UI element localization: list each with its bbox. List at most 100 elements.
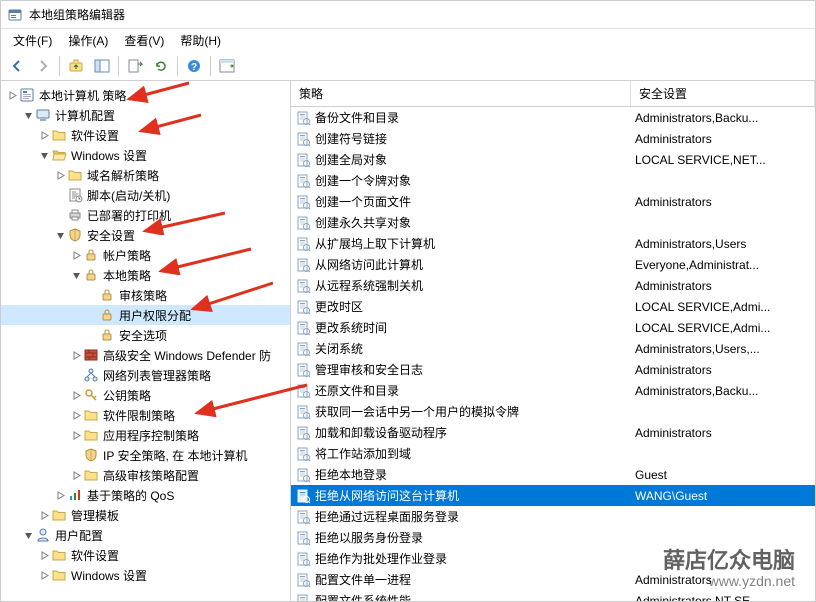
tree-local-policies[interactable]: 本地策略 bbox=[1, 265, 290, 285]
tree-scripts[interactable]: 脚本(启动/关机) bbox=[1, 185, 290, 205]
tree-user-rights[interactable]: 用户权限分配 bbox=[1, 305, 290, 325]
menu-action[interactable]: 操作(A) bbox=[60, 30, 116, 51]
tree-twisty[interactable] bbox=[21, 531, 35, 540]
tree-admin-templates[interactable]: 管理模板 bbox=[1, 505, 290, 525]
tree-twisty[interactable] bbox=[69, 471, 83, 480]
tree-twisty[interactable] bbox=[69, 271, 83, 280]
policy-row[interactable]: 拒绝作为批处理作业登录 bbox=[291, 548, 815, 569]
tree-adv-audit[interactable]: 高级审核策略配置 bbox=[1, 465, 290, 485]
tree-twisty[interactable] bbox=[37, 511, 51, 520]
tree-user-config[interactable]: 用户配置 bbox=[1, 525, 290, 545]
tree-security-settings[interactable]: 安全设置 bbox=[1, 225, 290, 245]
tree-label: 安全选项 bbox=[119, 327, 167, 344]
security-setting-value: Administrators,Backu... bbox=[631, 384, 815, 398]
tree-twisty[interactable] bbox=[69, 431, 83, 440]
security-setting-value: Everyone,Administrat... bbox=[631, 258, 815, 272]
tree-label: 脚本(启动/关机) bbox=[87, 187, 170, 204]
policy-row[interactable]: 关闭系统Administrators,Users,... bbox=[291, 338, 815, 359]
tree-account-policies[interactable]: 帐户策略 bbox=[1, 245, 290, 265]
policy-row[interactable]: 创建一个页面文件Administrators bbox=[291, 191, 815, 212]
network-icon bbox=[83, 367, 99, 383]
column-header-security-setting[interactable]: 安全设置 bbox=[631, 81, 815, 106]
policy-row[interactable]: 将工作站添加到域 bbox=[291, 443, 815, 464]
tree-twisty[interactable] bbox=[53, 171, 67, 180]
tree-twisty[interactable] bbox=[53, 231, 67, 240]
tree-windows-settings[interactable]: Windows 设置 bbox=[1, 145, 290, 165]
policy-row[interactable]: 更改系统时间LOCAL SERVICE,Admi... bbox=[291, 317, 815, 338]
back-button[interactable] bbox=[5, 54, 29, 78]
security-setting-value: Administrators bbox=[631, 132, 815, 146]
tree-twisty[interactable] bbox=[21, 111, 35, 120]
column-header-policy[interactable]: 策略 bbox=[291, 81, 631, 106]
policy-row[interactable]: 从网络访问此计算机Everyone,Administrat... bbox=[291, 254, 815, 275]
tree-wd-firewall[interactable]: 高级安全 Windows Defender 防 bbox=[1, 345, 290, 365]
policy-row[interactable]: 创建全局对象LOCAL SERVICE,NET... bbox=[291, 149, 815, 170]
menu-file[interactable]: 文件(F) bbox=[5, 30, 60, 51]
tree-app-control[interactable]: 应用程序控制策略 bbox=[1, 425, 290, 445]
policy-name: 管理审核和安全日志 bbox=[315, 361, 423, 378]
policy-row[interactable]: 创建符号链接Administrators bbox=[291, 128, 815, 149]
tree-twisty[interactable] bbox=[37, 151, 51, 160]
refresh-button[interactable] bbox=[149, 54, 173, 78]
up-button[interactable] bbox=[64, 54, 88, 78]
policy-row[interactable]: 备份文件和目录Administrators,Backu... bbox=[291, 107, 815, 128]
policy-row[interactable]: 更改时区LOCAL SERVICE,Admi... bbox=[291, 296, 815, 317]
policy-row[interactable]: 拒绝本地登录Guest bbox=[291, 464, 815, 485]
tree-software-settings[interactable]: 软件设置 bbox=[1, 125, 290, 145]
policy-row[interactable]: 还原文件和目录 Administrators,Backu... bbox=[291, 380, 815, 401]
policy-row[interactable]: 从扩展坞上取下计算机Administrators,Users bbox=[291, 233, 815, 254]
policy-row[interactable]: 从远程系统强制关机Administrators bbox=[291, 275, 815, 296]
tree-computer-config[interactable]: 计算机配置 bbox=[1, 105, 290, 125]
policy-row[interactable]: 加载和卸载设备驱动程序Administrators bbox=[291, 422, 815, 443]
tree-twisty[interactable] bbox=[37, 551, 51, 560]
tree-twisty[interactable] bbox=[69, 391, 83, 400]
tree-label: Windows 设置 bbox=[71, 567, 147, 584]
tree-deployed-printers[interactable]: 已部署的打印机 bbox=[1, 205, 290, 225]
tree-nlm[interactable]: 网络列表管理器策略 bbox=[1, 365, 290, 385]
policy-row[interactable]: 拒绝以服务身份登录 bbox=[291, 527, 815, 548]
menu-help[interactable]: 帮助(H) bbox=[172, 30, 229, 51]
tree-audit-policy[interactable]: 审核策略 bbox=[1, 285, 290, 305]
tree-security-options[interactable]: 安全选项 bbox=[1, 325, 290, 345]
tree-root-node[interactable]: 本地计算机 策略 bbox=[1, 85, 290, 105]
policy-name: 还原文件和目录 bbox=[315, 382, 399, 399]
qos-icon bbox=[67, 487, 83, 503]
tree-user-software[interactable]: 软件设置 bbox=[1, 545, 290, 565]
tree-pki[interactable]: 公钥策略 bbox=[1, 385, 290, 405]
shield-icon bbox=[83, 447, 99, 463]
tree-twisty[interactable] bbox=[37, 571, 51, 580]
tree-ipsec[interactable]: IP 安全策略, 在 本地计算机 bbox=[1, 445, 290, 465]
policy-row[interactable]: 管理审核和安全日志Administrators bbox=[291, 359, 815, 380]
tree-twisty[interactable] bbox=[53, 491, 67, 500]
tree-panel[interactable]: 本地计算机 策略计算机配置软件设置Windows 设置域名解析策略脚本(启动/关… bbox=[1, 81, 291, 601]
policy-row[interactable]: 配置文件单一进程Administrators bbox=[291, 569, 815, 590]
folder-icon bbox=[83, 467, 99, 483]
policy-row[interactable]: 创建永久共享对象 bbox=[291, 212, 815, 233]
policy-name: 获取同一会话中另一个用户的模拟令牌 bbox=[315, 403, 519, 420]
policy-icon bbox=[295, 299, 311, 315]
tree-user-windows[interactable]: Windows 设置 bbox=[1, 565, 290, 585]
menu-view[interactable]: 查看(V) bbox=[116, 30, 172, 51]
tree-label: 高级安全 Windows Defender 防 bbox=[103, 347, 271, 364]
export-list-button[interactable] bbox=[123, 54, 147, 78]
tree-twisty[interactable] bbox=[69, 351, 83, 360]
list-body[interactable]: 备份文件和目录Administrators,Backu...创建符号链接Admi… bbox=[291, 107, 815, 601]
tree-name-resolution[interactable]: 域名解析策略 bbox=[1, 165, 290, 185]
preview-button[interactable] bbox=[215, 54, 239, 78]
lock-icon bbox=[99, 327, 115, 343]
tree-twisty[interactable] bbox=[5, 91, 19, 100]
policy-row[interactable]: 配置文件系统性能Administrators,NT SE... bbox=[291, 590, 815, 601]
tree-twisty[interactable] bbox=[37, 131, 51, 140]
forward-button[interactable] bbox=[31, 54, 55, 78]
tree-label: 公钥策略 bbox=[103, 387, 151, 404]
help-button[interactable]: ? bbox=[182, 54, 206, 78]
tree-twisty[interactable] bbox=[69, 411, 83, 420]
tree-twisty[interactable] bbox=[69, 251, 83, 260]
tree-srp[interactable]: 软件限制策略 bbox=[1, 405, 290, 425]
policy-row[interactable]: 拒绝从网络访问这台计算机WANG\Guest bbox=[291, 485, 815, 506]
policy-row[interactable]: 拒绝通过远程桌面服务登录 bbox=[291, 506, 815, 527]
policy-row[interactable]: 创建一个令牌对象 bbox=[291, 170, 815, 191]
tree-qos[interactable]: 基于策略的 QoS bbox=[1, 485, 290, 505]
show-hide-tree-button[interactable] bbox=[90, 54, 114, 78]
policy-row[interactable]: 获取同一会话中另一个用户的模拟令牌 bbox=[291, 401, 815, 422]
